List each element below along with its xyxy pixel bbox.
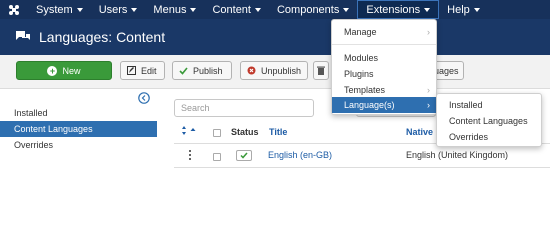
menu-item-label: Language(s) [344,100,395,110]
checkbox-box [213,153,221,161]
chevron-down-icon [131,7,138,12]
menu-item-templates[interactable]: Templates › [332,82,436,97]
collapse-sidebar-icon[interactable] [138,92,150,104]
languages-submenu: Installed Content Languages Overrides [436,93,542,147]
joomla-logo-icon[interactable] [8,4,20,16]
chevron-down-icon [76,7,83,12]
native-title: English (United Kingdom) [406,150,509,160]
nav-extensions-label: Extensions [366,3,421,16]
check-icon [179,66,188,75]
sidebar-item-overrides[interactable]: Overrides [0,137,157,153]
chevron-down-icon [190,7,197,12]
drag-handle-icon[interactable] [189,150,191,160]
menu-item-plugins[interactable]: Plugins [332,66,436,81]
new-button-label: New [62,65,81,76]
languages-button-label: uages [434,65,459,76]
nav-content[interactable]: Content [204,0,269,19]
row-checkbox[interactable] [213,153,221,161]
nav-system[interactable]: System [28,0,91,19]
chevron-down-icon [473,7,480,12]
sort-icon[interactable] [182,126,198,137]
table-row: English (en-GB) English (United Kingdom) [174,144,550,168]
edit-button-label: Edit [141,65,157,76]
trash-icon [317,66,325,75]
native-column-header[interactable]: Native [406,127,433,137]
menu-item-label: Manage [344,26,377,37]
chevron-right-icon: › [427,100,430,110]
menu-item-modules[interactable]: Modules [332,50,436,65]
language-title-link[interactable]: English (en-GB) [268,150,332,160]
nav-extensions[interactable]: Extensions [357,0,440,19]
chevron-right-icon: › [427,84,430,95]
check-icon [240,152,248,159]
nav-users-label: Users [98,3,128,16]
toolbar: + New Edit Publish Unpublish uages [0,55,550,89]
sidebar: Installed Content Languages Overrides [0,105,157,153]
extensions-dropdown: Manage › Modules Plugins Templates › Lan… [331,19,437,115]
status-column-header: Status [231,127,259,137]
new-button[interactable]: + New [16,61,112,80]
nav-system-label: System [36,3,73,16]
menu-item-label: Templates [344,84,386,95]
unpublish-button-label: Unpublish [261,65,302,76]
edit-icon [127,66,136,75]
page-header: Languages: Content [0,19,550,55]
nav-help-label: Help [447,3,470,16]
chevron-down-icon [424,7,431,12]
edit-button[interactable]: Edit [120,61,165,80]
submenu-item-content-languages[interactable]: Content Languages [449,116,528,126]
chevron-down-icon [254,7,261,12]
nav-components[interactable]: Components [269,0,357,19]
chevron-right-icon: › [427,26,430,37]
unpublish-icon [247,66,256,75]
publish-button[interactable]: Publish [172,61,232,80]
nav-help[interactable]: Help [439,0,488,19]
chevron-down-icon [343,7,350,12]
menu-item-languages[interactable]: Language(s) › [332,97,436,113]
menu-divider [332,44,436,45]
title-column-header[interactable]: Title [269,127,287,137]
plus-icon: + [47,65,58,76]
status-toggle[interactable] [236,150,252,161]
unpublish-button[interactable]: Unpublish [240,61,308,80]
nav-users[interactable]: Users [91,0,146,19]
checkbox-box [213,129,221,137]
search-input[interactable]: Search [174,99,314,117]
submenu-item-installed[interactable]: Installed [449,100,483,110]
sidebar-item-content-languages[interactable]: Content Languages [0,121,157,137]
nav-content-label: Content [212,3,251,16]
nav-menus[interactable]: Menus [145,0,204,19]
select-all-checkbox[interactable] [213,129,221,137]
top-navbar: System Users Menus Content Components Ex… [0,0,550,19]
comments-icon [15,30,31,44]
menu-item-manage[interactable]: Manage › [332,24,436,39]
page-title: Languages: Content [39,29,166,45]
sidebar-item-installed[interactable]: Installed [0,105,157,121]
submenu-item-overrides[interactable]: Overrides [449,132,488,142]
nav-menus-label: Menus [153,3,187,16]
nav-components-label: Components [276,3,340,16]
publish-button-label: Publish [193,65,223,76]
trash-button[interactable] [313,61,329,80]
